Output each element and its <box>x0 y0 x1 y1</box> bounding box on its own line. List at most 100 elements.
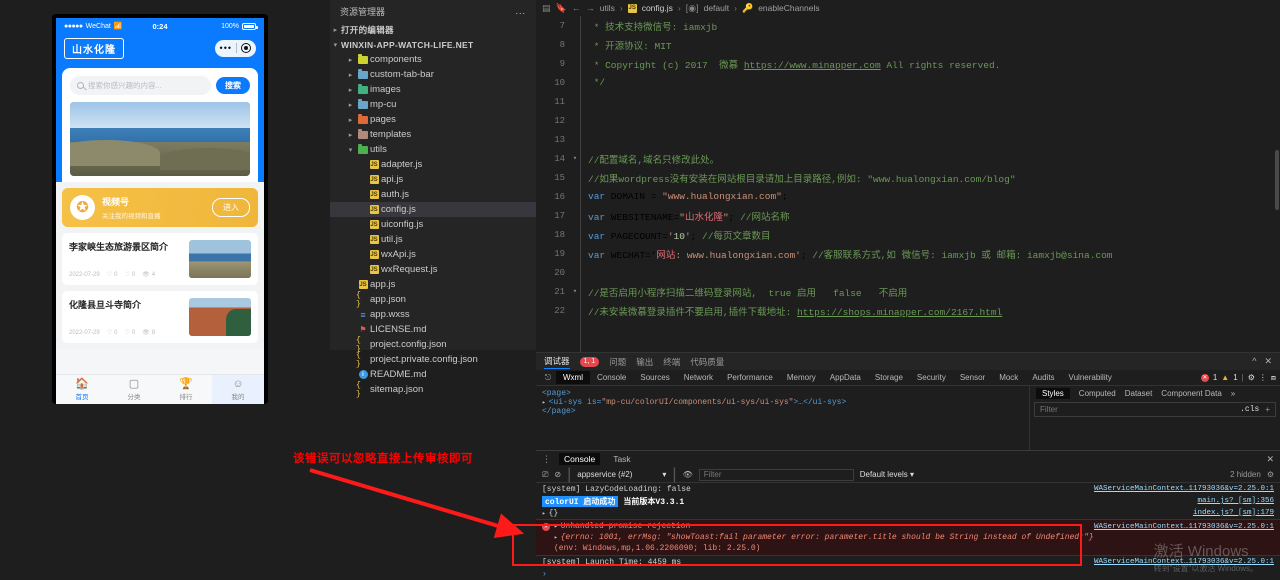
devtools-tab-sensor[interactable]: Sensor <box>953 371 992 384</box>
explorer-item-util-js[interactable]: JSutil.js <box>330 232 536 247</box>
hero-banner-image[interactable] <box>70 102 250 176</box>
expand-icon[interactable]: ▸ <box>542 510 546 517</box>
console-source-link[interactable]: index.js? [sm]:179 <box>1193 509 1274 517</box>
chevron-right-icon[interactable] <box>345 86 356 94</box>
explorer-item-custom-tab-bar[interactable]: custom-tab-bar <box>330 67 536 82</box>
tab-task[interactable]: Task <box>608 453 635 465</box>
breadcrumb-file[interactable]: config.js <box>642 3 673 13</box>
context-selector[interactable]: appservice (#2) ▾ <box>577 470 666 479</box>
console-error-entry[interactable]: ✕ ▸ Unhandled promise rejection WAServic… <box>536 519 1280 556</box>
devtools-tab-storage[interactable]: Storage <box>868 371 910 384</box>
chevron-right-icon[interactable] <box>345 116 356 124</box>
chevron-right-icon[interactable] <box>345 131 356 139</box>
explorer-item-config-js[interactable]: JSconfig.js <box>330 202 536 217</box>
chevron-right-icon[interactable] <box>345 71 356 79</box>
explorer-open-editors[interactable]: 打开的编辑器 <box>330 22 536 37</box>
devtools-tab-sources[interactable]: Sources <box>633 371 676 384</box>
chevron-down-icon[interactable] <box>330 41 341 49</box>
list-item[interactable]: 李家峡生态旅游景区简介 2022-07-29 ♡ 0 ♡ 0 👁 4 <box>62 233 258 285</box>
code-line[interactable]: 18var PAGECOUNT='10'; //每页文章数目 <box>536 225 1280 244</box>
explorer-item-app-wxss[interactable]: ≡app.wxss <box>330 307 536 322</box>
more-icon[interactable]: ••• <box>220 44 232 53</box>
video-card-enter-button[interactable]: 进入 <box>212 198 250 217</box>
dom-line[interactable]: <page> <box>542 389 1023 398</box>
breadcrumb-default[interactable]: default <box>704 3 730 13</box>
code-line[interactable]: 10 */ <box>536 73 1280 92</box>
explorer-item-sitemap-json[interactable]: { }sitemap.json <box>330 382 536 397</box>
expand-icon[interactable]: ▸ <box>554 523 558 530</box>
tab-terminal[interactable]: 终端 <box>663 356 680 368</box>
chevron-right-icon[interactable] <box>330 26 341 34</box>
eye-icon[interactable]: 👁 <box>683 470 693 479</box>
explorer-item-api-js[interactable]: JSapi.js <box>330 172 536 187</box>
devtools-tab-memory[interactable]: Memory <box>780 371 823 384</box>
tab-component-data[interactable]: Component Data <box>1161 389 1221 398</box>
devtools-tab-audits[interactable]: Audits <box>1025 371 1061 384</box>
console-line[interactable]: [system] Launch Time: 4459 ms WAServiceM… <box>536 556 1280 568</box>
expand-icon[interactable]: ▸ <box>542 399 546 406</box>
devtools-tab-vulnerability[interactable]: Vulnerability <box>1062 371 1119 384</box>
console-source-link[interactable]: main.js? [sm]:356 <box>1197 497 1274 505</box>
dock-panel-icon[interactable]: ⧈ <box>1271 373 1276 383</box>
wechat-capsule[interactable]: ••• <box>215 40 256 57</box>
dom-line[interactable]: </page> <box>542 407 1023 416</box>
tab-mine[interactable]: ☺ 我的 <box>212 375 264 404</box>
tab-output[interactable]: 输出 <box>636 356 653 368</box>
fold-chevron-icon[interactable]: ▾ <box>570 154 580 163</box>
explorer-item-auth-js[interactable]: JSauth.js <box>330 187 536 202</box>
styles-filter-input[interactable]: Filter .cls + <box>1034 402 1276 417</box>
code-line[interactable]: 9 * Copyright (c) 2017 微慕 https://www.mi… <box>536 54 1280 73</box>
console-line[interactable]: ▸ {} index.js? [sm]:179 <box>536 507 1280 519</box>
tab-console[interactable]: Console <box>559 453 600 465</box>
expand-icon[interactable]: ▸ <box>554 534 558 541</box>
bookmark-icon[interactable]: 🔖 <box>556 3 567 14</box>
tab-debugger[interactable]: 调试器 <box>544 355 570 369</box>
gear-icon[interactable]: ⚙ <box>1267 470 1274 479</box>
tab-category[interactable]: ▢ 分类 <box>108 375 160 404</box>
more-vertical-icon[interactable]: ⋮ <box>542 454 551 465</box>
breadcrumb-utils[interactable]: utils <box>600 3 615 13</box>
console-source-link[interactable]: WAServiceMainContext…11793036&v=2.25.0:1 <box>1094 485 1274 493</box>
tab-problems[interactable]: 问题 <box>609 356 626 368</box>
explorer-item-app-json[interactable]: { }app.json <box>330 292 536 307</box>
cls-button[interactable]: .cls <box>1240 405 1259 414</box>
breadcrumb-symbol[interactable]: enableChannels <box>758 3 819 13</box>
devtools-tab-network[interactable]: Network <box>677 371 720 384</box>
explorer-item-wxrequest-js[interactable]: JSwxRequest.js <box>330 262 536 277</box>
issue-counters[interactable]: ✕ 1 ▲ 1 | ⚙ ⋮ ⧈ <box>1201 373 1276 383</box>
code-line[interactable]: 22//未安装微慕登录插件不要启用,插件下载地址: https://shops.… <box>536 301 1280 320</box>
back-arrow-icon[interactable]: ← <box>572 3 581 13</box>
list-item[interactable]: 化隆县旦斗寺简介 2022-07-29 ♡ 0 ♡ 0 👁 8 <box>62 291 258 343</box>
tab-ranking[interactable]: 🏆 排行 <box>160 375 212 404</box>
tab-home[interactable]: 🏠 首页 <box>56 375 108 404</box>
explorer-item-adapter-js[interactable]: JSadapter.js <box>330 157 536 172</box>
code-line[interactable]: 7 * 技术支持微信号: iamxjb <box>536 16 1280 35</box>
close-target-icon[interactable] <box>241 43 251 53</box>
tab-computed[interactable]: Computed <box>1079 389 1116 398</box>
tab-styles[interactable]: Styles <box>1036 388 1070 399</box>
console-line[interactable]: [system] LazyCodeLoading: false WAServic… <box>536 483 1280 495</box>
wxml-dom-tree[interactable]: <page> ▸<ui-sys is="mp-cu/colorUI/compon… <box>536 386 1030 458</box>
inspect-element-icon[interactable]: ⎋ <box>540 373 556 383</box>
console-source-link[interactable]: WAServiceMainContext…11793036&v=2.25.0:1 <box>1094 523 1274 531</box>
devtools-tab-performance[interactable]: Performance <box>720 371 780 384</box>
code-line[interactable]: 11 <box>536 92 1280 111</box>
code-line[interactable]: 13 <box>536 130 1280 149</box>
chevron-up-icon[interactable]: ^ <box>1252 356 1256 367</box>
layout-icon[interactable]: ▤ <box>542 3 551 14</box>
close-icon[interactable]: ✕ <box>1266 454 1274 465</box>
devtools-tab-security[interactable]: Security <box>910 371 953 384</box>
forward-arrow-icon[interactable]: → <box>586 3 595 13</box>
explorer-item-pages[interactable]: pages <box>330 112 536 127</box>
fold-chevron-icon[interactable]: ▾ <box>570 287 580 296</box>
devtools-tab-console[interactable]: Console <box>590 371 633 384</box>
code-line[interactable]: 15//如果wordpress没有安装在网站根目录请加上目录路径,例如: "ww… <box>536 168 1280 187</box>
explorer-item-wxapi-js[interactable]: JSwxApi.js <box>330 247 536 262</box>
tab-code-quality[interactable]: 代码质量 <box>690 356 724 368</box>
code-line[interactable]: 16var DOMAIN = "www.hualongxian.com"; <box>536 187 1280 206</box>
explorer-item-images[interactable]: images <box>330 82 536 97</box>
console-filter-input[interactable]: Filter <box>699 469 854 481</box>
more-vertical-icon[interactable]: ⋮ <box>1259 373 1267 382</box>
explorer-item-templates[interactable]: templates <box>330 127 536 142</box>
devtools-tab-mock[interactable]: Mock <box>992 371 1025 384</box>
